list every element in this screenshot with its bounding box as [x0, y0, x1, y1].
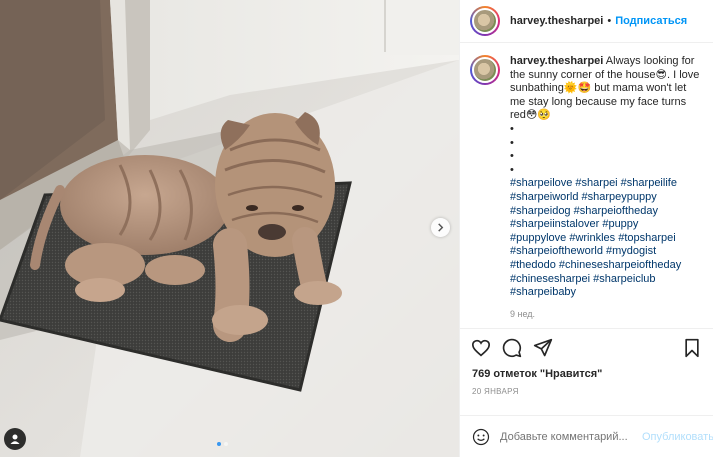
hashtag-line[interactable]: #thedodo #chinesesharpeioftheday: [510, 259, 703, 273]
action-bar: [460, 328, 713, 366]
chevron-right-icon: [438, 223, 444, 232]
header-separator: •: [607, 15, 612, 27]
carousel-indicator: [217, 442, 228, 446]
next-slide-button[interactable]: [431, 218, 450, 237]
author-avatar[interactable]: [470, 6, 500, 36]
bullet: •: [510, 163, 514, 176]
hashtag-line[interactable]: #chinesesharpei #sharpeiclub: [510, 273, 703, 287]
caption-username[interactable]: harvey.thesharpei: [510, 55, 603, 67]
share-button[interactable]: [532, 337, 554, 359]
comments-area: harvey.thesharpei Always looking for the…: [460, 43, 713, 328]
author-username[interactable]: harvey.thesharpei: [510, 15, 603, 27]
likes-count[interactable]: 769 отметок "Нравится": [460, 366, 713, 382]
caption-age: 9 нед.: [510, 308, 536, 319]
comment-button[interactable]: [501, 337, 523, 359]
post-header: harvey.thesharpei • Подписаться: [460, 0, 713, 43]
add-comment-bar: Опубликовать: [460, 415, 713, 457]
emoji-picker-button[interactable]: [472, 427, 490, 447]
hashtag-line[interactable]: #sharpeiinstalover #puppy: [510, 218, 703, 232]
sharpei-photo-image: [0, 0, 459, 457]
pleading-emoji: 🥺: [537, 109, 552, 122]
instagram-post: harvey.thesharpei • Подписаться harvey.t…: [0, 0, 713, 457]
caption-body: harvey.thesharpei Always looking for the…: [510, 55, 703, 321]
carousel-dot: [224, 442, 228, 446]
bullet: •: [510, 136, 514, 149]
sun-emoji: 🌞: [563, 82, 578, 95]
sunglasses-emoji: 😎: [655, 68, 668, 81]
post-sidebar: harvey.thesharpei • Подписаться harvey.t…: [459, 0, 713, 457]
bookmark-icon: [685, 338, 699, 357]
caption-avatar[interactable]: [470, 55, 500, 85]
hashtag-line[interactable]: #sharpeidog #sharpeioftheday: [510, 205, 703, 219]
smiley-icon: [472, 428, 490, 445]
comment-input[interactable]: [500, 430, 642, 443]
tagged-users-button[interactable]: [4, 428, 26, 450]
save-button[interactable]: [681, 337, 703, 359]
publish-comment-button[interactable]: Опубликовать: [642, 431, 713, 443]
flushed-emoji: 😳: [525, 109, 538, 122]
post-photo[interactable]: [0, 0, 459, 457]
share-icon: [533, 338, 553, 356]
hashtag-line[interactable]: #sharpeibaby: [510, 286, 703, 300]
hashtag-line[interactable]: #sharpeioftheworld #mydogist: [510, 245, 703, 259]
bullet: •: [510, 150, 514, 163]
hashtags: #sharpeilove #sharpei #sharpeilife #shar…: [510, 177, 703, 299]
hashtag-line[interactable]: #puppylove #wrinkles #topsharpei: [510, 232, 703, 246]
like-button[interactable]: [470, 337, 492, 359]
carousel-dot-active: [217, 442, 221, 446]
hashtag-line[interactable]: #sharpeilove #sharpei #sharpeilife: [510, 177, 703, 191]
caption-bullets: • • • •: [510, 123, 703, 177]
bullet: •: [510, 122, 514, 135]
caption: harvey.thesharpei Always looking for the…: [470, 55, 703, 321]
post-date[interactable]: 20 ЯНВАРЯ: [460, 387, 713, 399]
follow-button[interactable]: Подписаться: [615, 15, 687, 27]
hashtag-line[interactable]: #sharpeiworld #sharpeypuppy: [510, 191, 703, 205]
star-eyes-emoji: 🤩: [577, 82, 592, 95]
comment-icon: [502, 338, 522, 357]
heart-icon: [471, 339, 491, 356]
user-tag-icon: [10, 434, 20, 444]
